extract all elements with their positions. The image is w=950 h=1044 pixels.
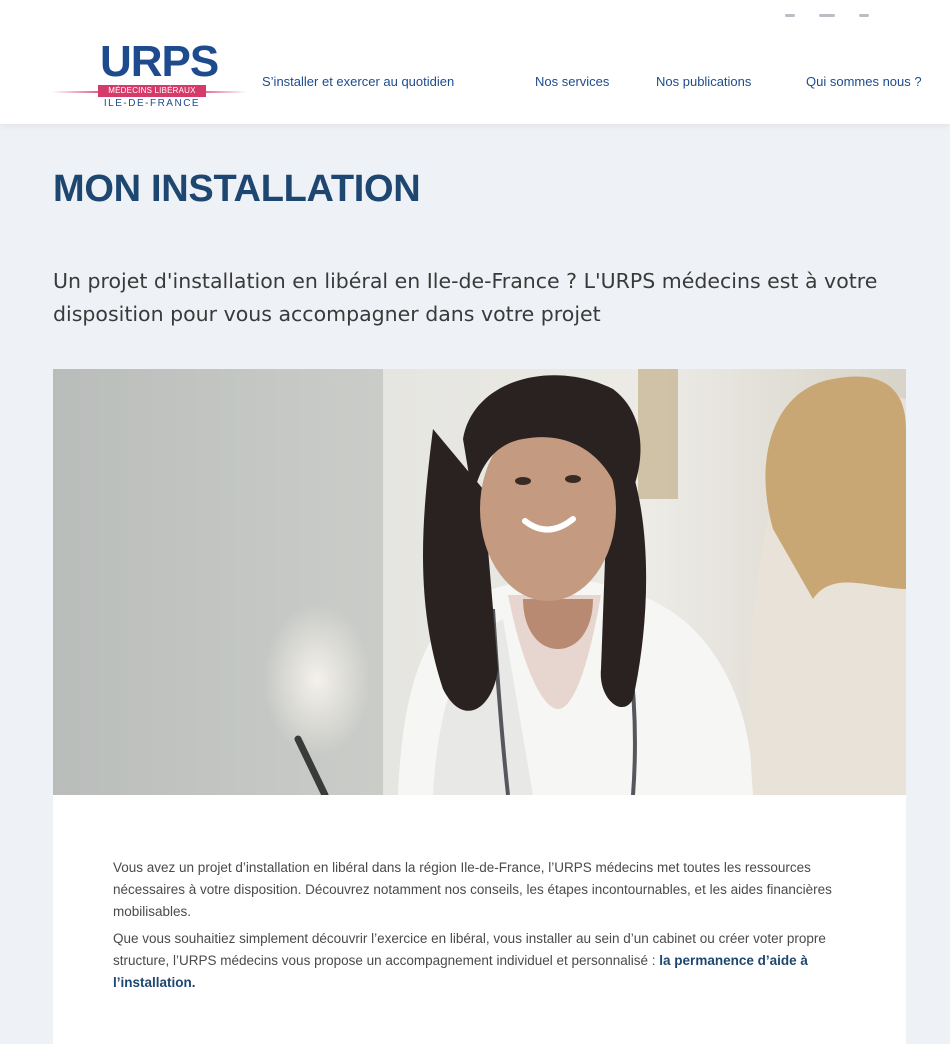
logo-wordmark: URPS — [100, 37, 219, 86]
nav-item-qui-sommes-nous[interactable]: Qui sommes nous ? — [806, 74, 922, 89]
content-card: Vous avez un projet d’installation en li… — [53, 795, 906, 1044]
nav-item-services[interactable]: Nos services — [535, 74, 609, 89]
doctor-photo — [53, 369, 906, 795]
logo-region: ILE-DE-FRANCE — [103, 98, 201, 109]
page-intro: Un projet d'installation en libéral en I… — [53, 269, 878, 326]
social-links — [785, 14, 869, 17]
social-icon[interactable] — [859, 14, 869, 17]
social-icon[interactable] — [785, 14, 795, 17]
accompaniment-paragraph: Que vous souhaitiez simplement découvrir… — [113, 928, 833, 994]
logo-subtitle: MÉDECINS LIBÉRAUX — [98, 85, 206, 97]
hero-image — [53, 369, 906, 795]
site-header: URPS MÉDECINS LIBÉRAUX ILE-DE-FRANCE S’i… — [0, 0, 950, 124]
nav-item-installer[interactable]: S’installer et exercer au quotidien — [262, 74, 454, 89]
urps-logo[interactable]: URPS MÉDECINS LIBÉRAUX ILE-DE-FRANCE — [52, 38, 252, 116]
social-icon[interactable] — [819, 14, 835, 17]
intro-paragraph: Vous avez un projet d’installation en li… — [113, 860, 832, 919]
nav-item-publications[interactable]: Nos publications — [656, 74, 751, 89]
page-title: MON INSTALLATION — [53, 168, 421, 210]
